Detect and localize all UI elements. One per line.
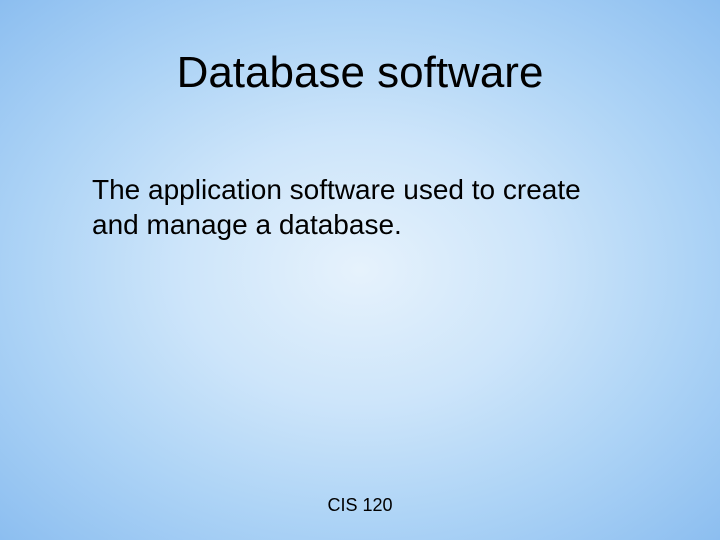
slide-footer: CIS 120 — [0, 495, 720, 516]
slide: Database software The application softwa… — [0, 0, 720, 540]
slide-title: Database software — [0, 48, 720, 98]
slide-body: The application software used to create … — [92, 172, 628, 242]
